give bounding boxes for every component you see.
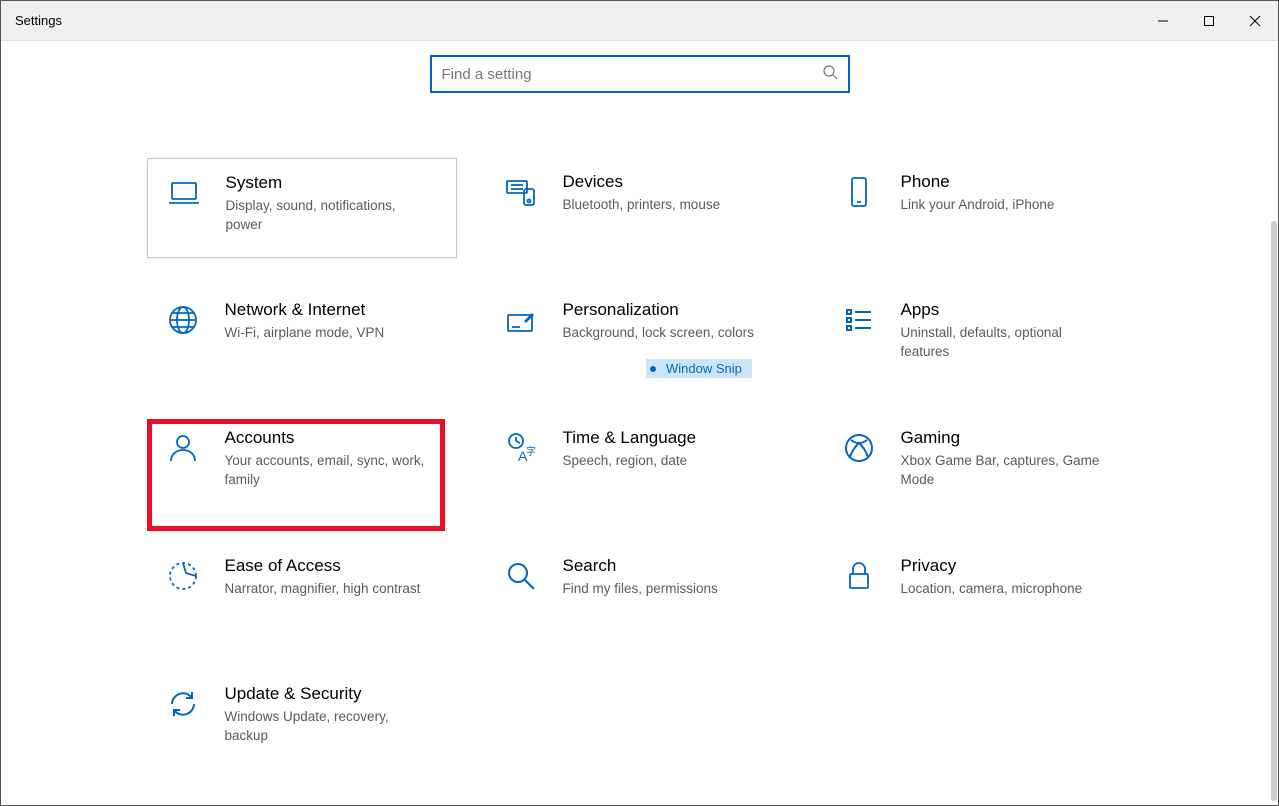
tile-desc: Your accounts, email, sync, work, family: [225, 452, 425, 490]
tile-search[interactable]: Search Find my files, permissions: [485, 542, 795, 642]
tile-desc: Uninstall, defaults, optional features: [901, 324, 1101, 362]
svg-text:字: 字: [526, 445, 536, 458]
lock-icon: [839, 556, 879, 596]
apps-icon: [839, 300, 879, 340]
tile-gaming[interactable]: Gaming Xbox Game Bar, captures, Game Mod…: [823, 414, 1133, 514]
phone-icon: [839, 172, 879, 212]
maximize-button[interactable]: [1186, 1, 1232, 41]
tile-title: Privacy: [901, 556, 1123, 576]
xbox-icon: [839, 428, 879, 468]
search-box[interactable]: [430, 55, 850, 93]
tile-update-security[interactable]: Update & Security Windows Update, recove…: [147, 670, 457, 770]
tile-desc: Wi-Fi, airplane mode, VPN: [225, 324, 425, 343]
tile-ease-of-access[interactable]: Ease of Access Narrator, magnifier, high…: [147, 542, 457, 642]
person-icon: [163, 428, 203, 468]
search-icon: [822, 64, 838, 85]
snip-dot-icon: [650, 366, 656, 372]
search-area: [1, 55, 1278, 93]
tile-title: Accounts: [225, 428, 447, 448]
tile-apps[interactable]: Apps Uninstall, defaults, optional featu…: [823, 286, 1133, 386]
titlebar: Settings: [1, 1, 1278, 41]
tile-desc: Display, sound, notifications, power: [226, 197, 426, 235]
paint-icon: [501, 300, 541, 340]
tile-title: Apps: [901, 300, 1123, 320]
tile-title: Gaming: [901, 428, 1123, 448]
tile-time-language[interactable]: A字 Time & Language Speech, region, date: [485, 414, 795, 514]
tile-desc: Background, lock screen, colors: [563, 324, 763, 343]
search-category-icon: [501, 556, 541, 596]
tile-title: Devices: [563, 172, 785, 192]
tile-network[interactable]: Network & Internet Wi-Fi, airplane mode,…: [147, 286, 457, 386]
search-input[interactable]: [442, 66, 822, 83]
tile-privacy[interactable]: Privacy Location, camera, microphone: [823, 542, 1133, 642]
tile-title: Update & Security: [225, 684, 447, 704]
minimize-button[interactable]: [1140, 1, 1186, 41]
tile-title: Time & Language: [563, 428, 785, 448]
tile-desc: Windows Update, recovery, backup: [225, 708, 425, 746]
tile-title: Search: [563, 556, 785, 576]
tile-title: Ease of Access: [225, 556, 447, 576]
tile-phone[interactable]: Phone Link your Android, iPhone: [823, 158, 1133, 258]
tile-devices[interactable]: Devices Bluetooth, printers, mouse: [485, 158, 795, 258]
sync-icon: [163, 684, 203, 724]
tile-title: Personalization: [563, 300, 785, 320]
tile-desc: Speech, region, date: [563, 452, 763, 471]
window-snip-overlay: Window Snip: [646, 359, 752, 378]
tile-title: Phone: [901, 172, 1123, 192]
devices-icon: [501, 172, 541, 212]
ease-of-access-icon: [163, 556, 203, 596]
globe-icon: [163, 300, 203, 340]
tile-title: System: [226, 173, 446, 193]
scrollbar[interactable]: [1271, 221, 1277, 801]
tile-system[interactable]: System Display, sound, notifications, po…: [147, 158, 457, 258]
tile-desc: Find my files, permissions: [563, 580, 763, 599]
laptop-icon: [164, 173, 204, 213]
tile-accounts[interactable]: Accounts Your accounts, email, sync, wor…: [147, 414, 457, 514]
close-button[interactable]: [1232, 1, 1278, 41]
snip-label: Window Snip: [666, 361, 742, 376]
time-language-icon: A字: [501, 428, 541, 468]
tile-title: Network & Internet: [225, 300, 447, 320]
tile-desc: Link your Android, iPhone: [901, 196, 1101, 215]
tile-desc: Narrator, magnifier, high contrast: [225, 580, 425, 599]
tile-desc: Bluetooth, printers, mouse: [563, 196, 763, 215]
tile-desc: Location, camera, microphone: [901, 580, 1101, 599]
window-controls: [1140, 1, 1278, 41]
settings-grid: System Display, sound, notifications, po…: [140, 158, 1140, 770]
window-title: Settings: [15, 13, 62, 28]
tile-desc: Xbox Game Bar, captures, Game Mode: [901, 452, 1101, 490]
